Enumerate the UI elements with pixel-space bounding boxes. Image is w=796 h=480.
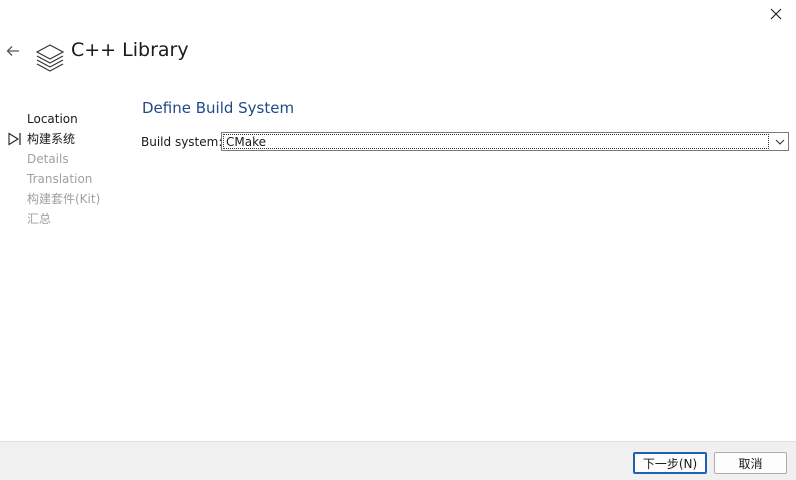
- chevron-down-icon[interactable]: [771, 133, 788, 150]
- build-system-select[interactable]: CMake: [221, 132, 789, 151]
- wizard-steps: Location 构建系统 Details Translation 构建套件(K…: [8, 109, 101, 229]
- step-kits: 构建套件(Kit): [27, 192, 101, 206]
- back-arrow-icon: [6, 46, 19, 56]
- step-details: Details: [27, 152, 69, 166]
- step-build-system: 构建系统: [27, 132, 76, 146]
- library-stack-icon: [34, 38, 70, 74]
- step-location: Location: [27, 112, 78, 126]
- back-button[interactable]: [2, 40, 24, 62]
- step-summary: 汇总: [27, 212, 52, 226]
- window-title: C++ Library: [71, 39, 189, 61]
- build-system-label: Build system:: [141, 135, 223, 149]
- page-title: Define Build System: [142, 99, 295, 117]
- cancel-button[interactable]: 取消: [714, 452, 787, 474]
- footer-bar: 下一步(N) 取消: [0, 441, 796, 480]
- current-step-marker-icon: [8, 129, 22, 149]
- step-translation: Translation: [27, 172, 93, 186]
- build-system-value: CMake: [223, 134, 769, 149]
- next-button[interactable]: 下一步(N): [633, 452, 707, 474]
- close-icon: [770, 8, 782, 20]
- close-button[interactable]: [762, 3, 790, 25]
